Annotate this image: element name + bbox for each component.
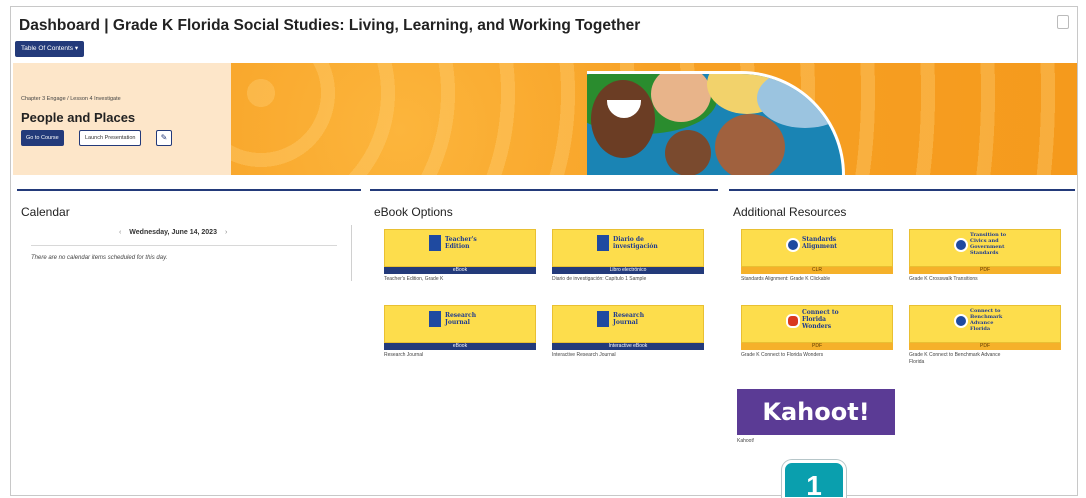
lesson-title: People and Places	[21, 110, 136, 125]
tile-caption[interactable]: Grade K Crosswalk Transitions	[909, 276, 1061, 283]
florida-logo-icon	[786, 238, 800, 252]
tile-caption[interactable]: Research Journal	[384, 352, 536, 359]
resource-tile-standards-alignment[interactable]: Standards Alignment CLR Standards Alignm…	[741, 229, 893, 283]
book-cover-icon	[429, 311, 441, 327]
ebook-options-heading: eBook Options	[374, 205, 453, 219]
calendar-empty-message: There are no calendar items scheduled fo…	[31, 255, 168, 261]
table-of-contents-button[interactable]: Table Of Contents ▾	[15, 41, 85, 57]
book-cover-icon	[597, 311, 609, 327]
book-cover-icon	[597, 235, 609, 251]
ebook-tile-teachers-edition[interactable]: Teacher's Edition eBook Teacher's Editio…	[384, 229, 536, 283]
tile-caption[interactable]: Grade K Connect to Benchmark Advance Flo…	[909, 352, 1061, 366]
step-number-badge: 1	[782, 460, 846, 498]
ebook-tile-research-journal[interactable]: Research Journal eBook Research Journal	[384, 305, 536, 359]
additional-resources-heading: Additional Resources	[733, 205, 847, 219]
resource-tile-benchmark-advance[interactable]: Connect to Benchmark Advance Florida PDF…	[909, 305, 1061, 366]
breadcrumb[interactable]: Chapter 3 Engage / Lesson 4 Investigate	[21, 96, 121, 102]
prev-day-icon[interactable]: ‹	[113, 229, 127, 236]
book-cover-icon	[429, 235, 441, 251]
kahoot-logo[interactable]: Kahoot!	[737, 389, 895, 435]
kahoot-caption[interactable]: Kahoot!	[737, 438, 754, 444]
additional-resources-panel: Additional Resources Standards Alignment…	[729, 189, 1075, 489]
ebook-tile-diario[interactable]: Diario de investigación Libro electrónic…	[552, 229, 704, 283]
wonders-logo-icon	[786, 314, 800, 328]
tile-caption[interactable]: Interactive Research Journal	[552, 352, 704, 359]
ebook-options-panel: eBook Options Teacher's Edition eBook Te…	[370, 189, 718, 489]
tile-caption[interactable]: Teacher's Edition, Grade K	[384, 276, 536, 283]
lesson-banner: Chapter 3 Engage / Lesson 4 Investigate …	[13, 63, 1077, 175]
ebook-tile-interactive-research-journal[interactable]: Research Journal Interactive eBook Inter…	[552, 305, 704, 359]
launch-presentation-button[interactable]: Launch Presentation	[79, 130, 142, 146]
go-to-course-button[interactable]: Go to Course	[21, 130, 64, 146]
banner-image	[231, 63, 1077, 175]
tile-caption[interactable]: Standards Alignment: Grade K Clickable	[741, 276, 893, 283]
divider	[31, 245, 337, 246]
scrollbar[interactable]	[351, 225, 352, 281]
tile-caption[interactable]: Grade K Connect to Florida Wonders	[741, 352, 893, 359]
calendar-heading: Calendar	[21, 205, 70, 219]
next-day-icon[interactable]: ›	[219, 229, 233, 236]
dashboard-window: Dashboard | Grade K Florida Social Studi…	[10, 6, 1078, 496]
florida-logo-icon	[954, 314, 968, 328]
calendar-panel: Calendar ‹ Wednesday, June 14, 2023 › Th…	[17, 189, 361, 489]
tile-caption[interactable]: Diario de investigación: Capítulo 1 Samp…	[552, 276, 704, 283]
edit-icon[interactable]: ✎	[156, 130, 172, 146]
children-photo	[587, 71, 845, 175]
resource-tile-transition-civics[interactable]: Transition to Civics and Government Stan…	[909, 229, 1061, 283]
bookmark-icon[interactable]	[1057, 15, 1069, 29]
calendar-date: Wednesday, June 14, 2023	[129, 229, 217, 236]
florida-logo-icon	[954, 238, 968, 252]
page-title: Dashboard | Grade K Florida Social Studi…	[19, 17, 641, 34]
calendar-date-nav: ‹ Wednesday, June 14, 2023 ›	[113, 229, 233, 236]
lesson-info-panel: Chapter 3 Engage / Lesson 4 Investigate …	[13, 63, 231, 175]
resource-tile-florida-wonders[interactable]: Connect to Florida Wonders PDF Grade K C…	[741, 305, 893, 359]
